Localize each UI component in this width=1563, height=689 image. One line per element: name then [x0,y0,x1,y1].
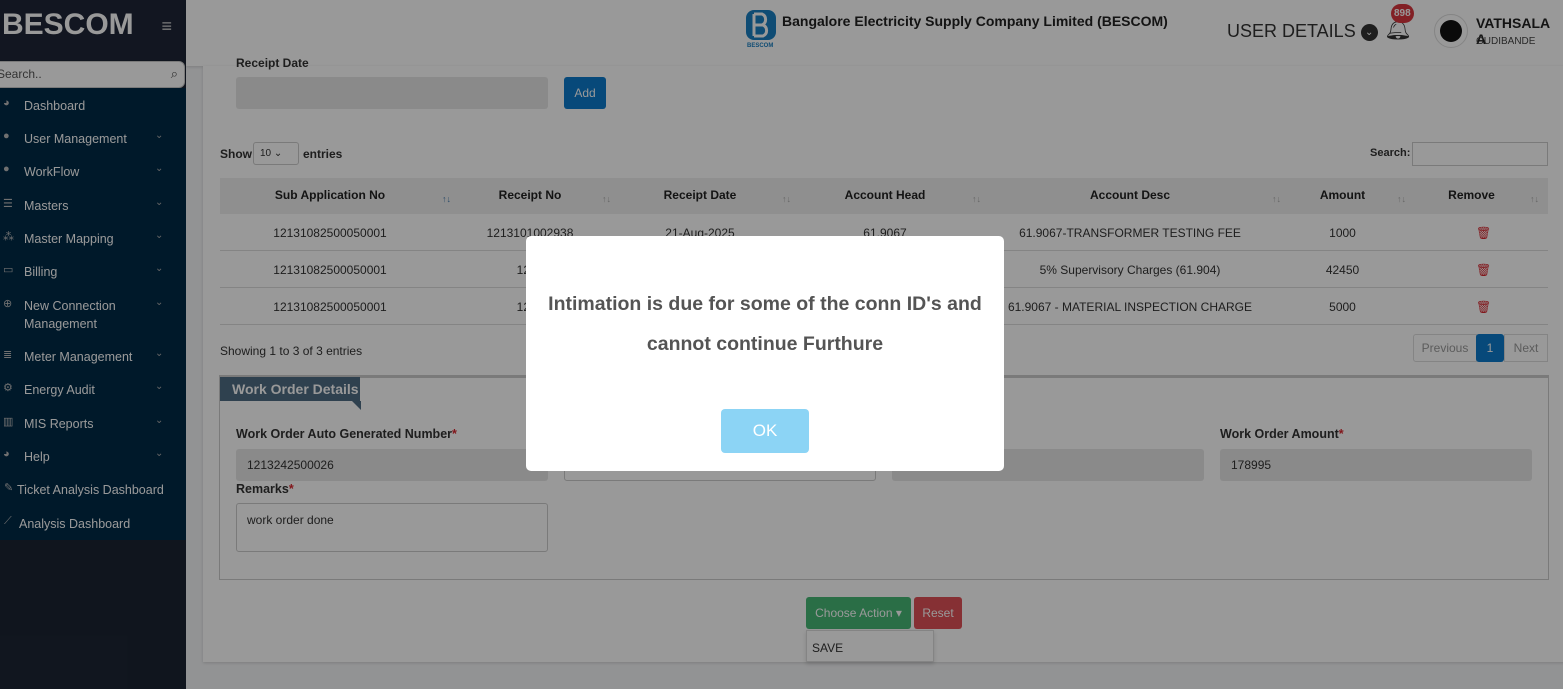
alert-dialog: Intimation is due for some of the conn I… [526,236,1004,471]
alert-message: Intimation is due for some of the conn I… [548,293,982,355]
ok-button[interactable]: OK [721,409,809,453]
